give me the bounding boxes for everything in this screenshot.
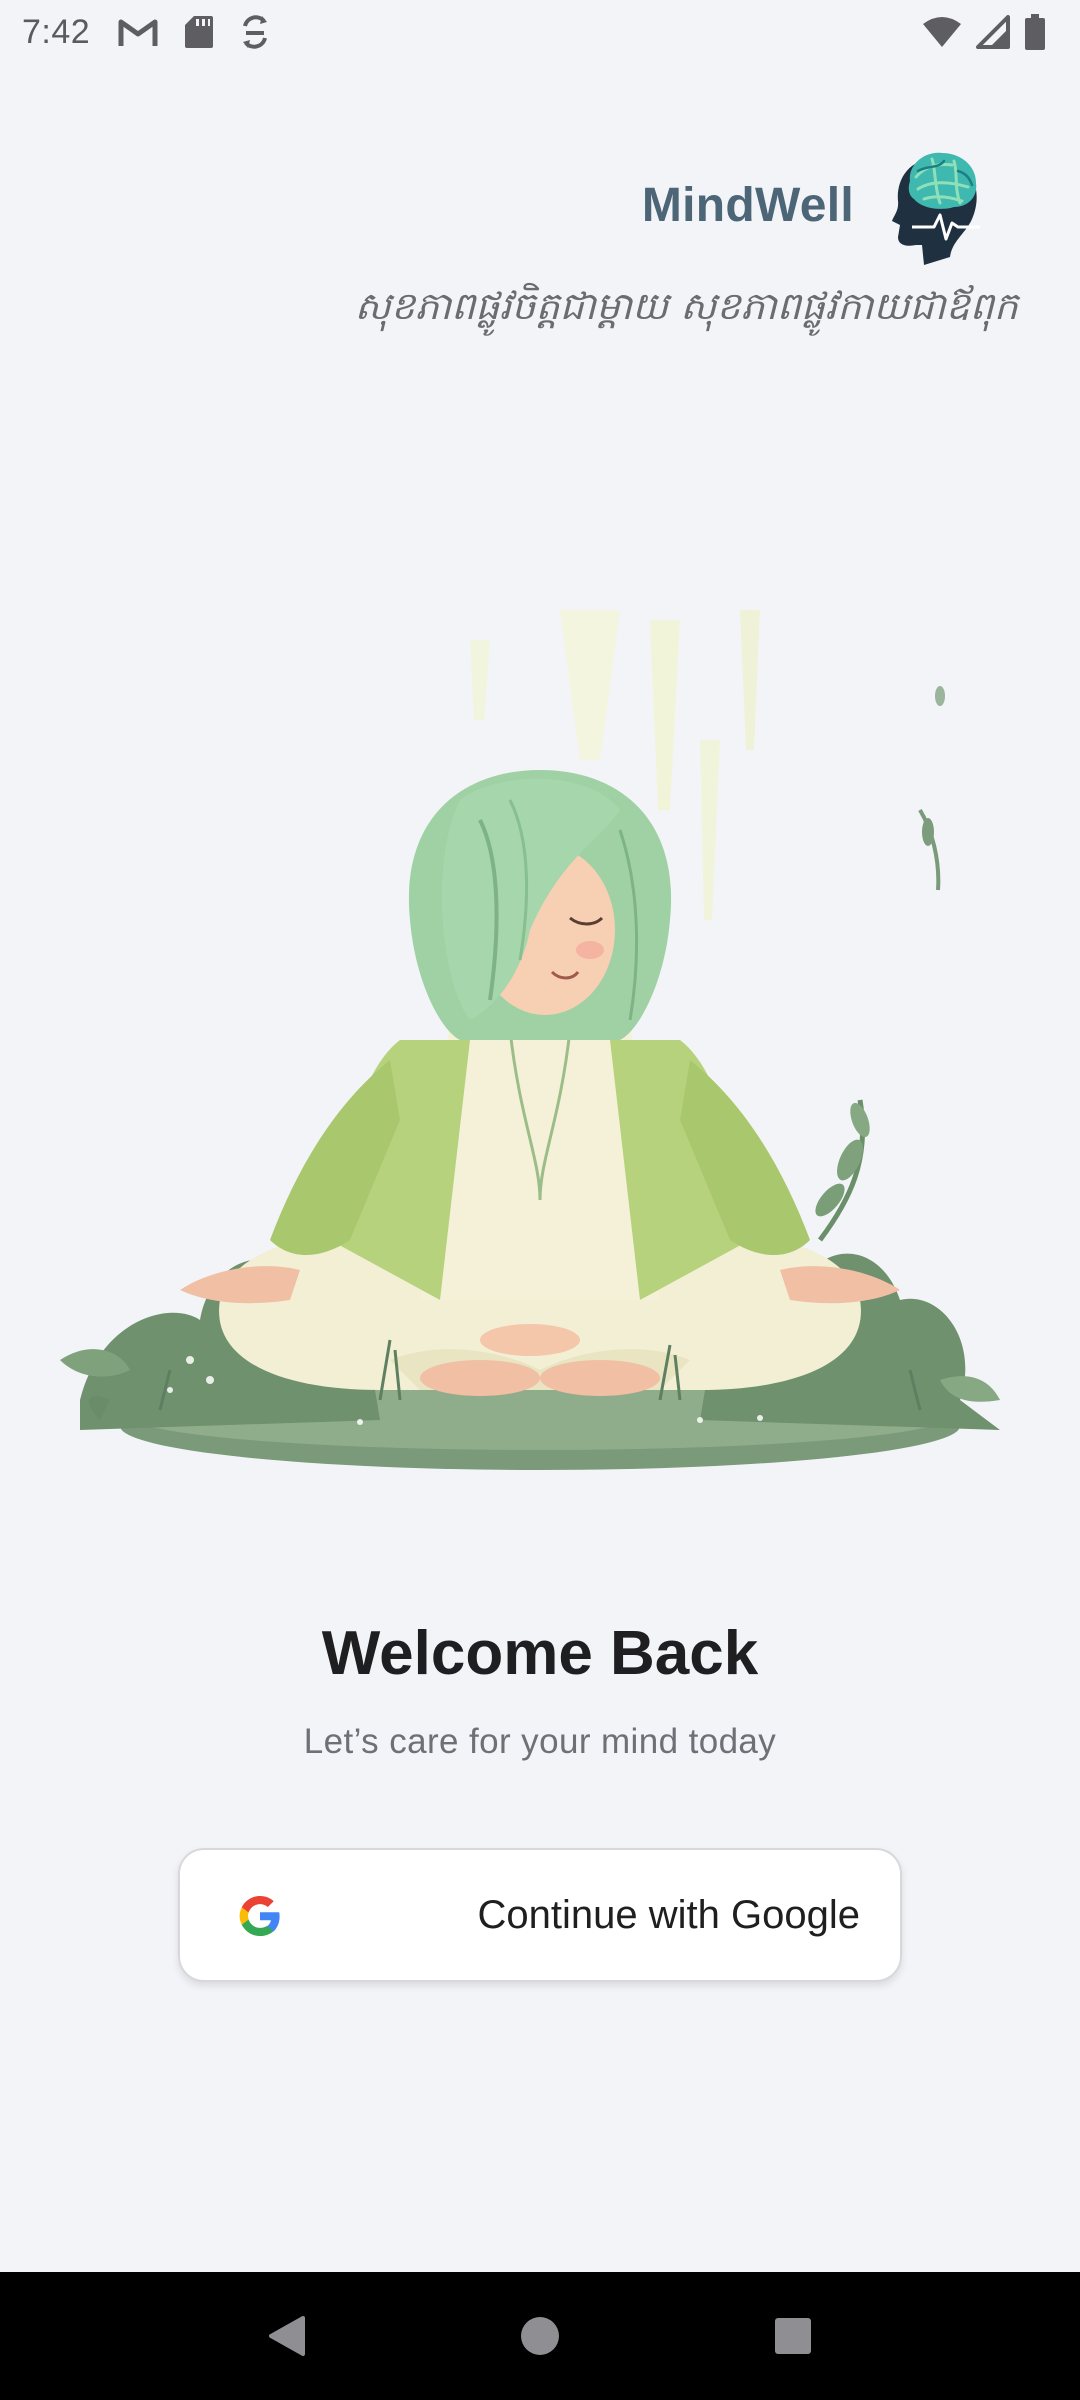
brain-head-logo-icon (892, 152, 980, 265)
back-button[interactable] (247, 2296, 327, 2376)
meditating-woman-illustration (60, 610, 1000, 1470)
recents-icon (775, 2318, 812, 2354)
home-icon (520, 2317, 559, 2355)
cellular-signal-icon (976, 15, 1010, 49)
wifi-icon (923, 17, 961, 47)
gmail-icon (118, 19, 158, 46)
notification-icons (118, 14, 270, 50)
google-g-icon (239, 1896, 280, 1936)
app-name: MindWell (641, 178, 854, 232)
recents-button[interactable] (753, 2296, 833, 2376)
home-button[interactable] (500, 2296, 580, 2376)
brand-header: MindWell (642, 140, 984, 270)
status-right (922, 14, 1046, 50)
system-nav-bar (0, 2272, 1080, 2400)
tagline: សុខភាពផ្លូវចិត្តជាម្តាយ សុខភាពផ្លូវកាយជា… (354, 284, 1018, 328)
welcome-subtitle: Let’s care for your mind today (303, 1722, 777, 1761)
back-icon (268, 2316, 305, 2356)
status-time: 7:42 (22, 12, 91, 51)
continue-with-google-button[interactable]: Continue with Google (178, 1848, 902, 1982)
google-button-label: Continue with Google (477, 1893, 860, 1937)
battery-icon (1025, 14, 1045, 50)
status-left: 7:42 (22, 13, 270, 52)
login-screen: 7:42 MindWell សុខភាពផ្លូវចិត្តជាម្តាយ សុ… (0, 0, 1080, 2400)
sync-icon (243, 15, 268, 49)
sd-card-icon (185, 16, 214, 48)
welcome-title: Welcome Back (321, 1619, 759, 1688)
status-bar: 7:42 (0, 0, 1080, 64)
